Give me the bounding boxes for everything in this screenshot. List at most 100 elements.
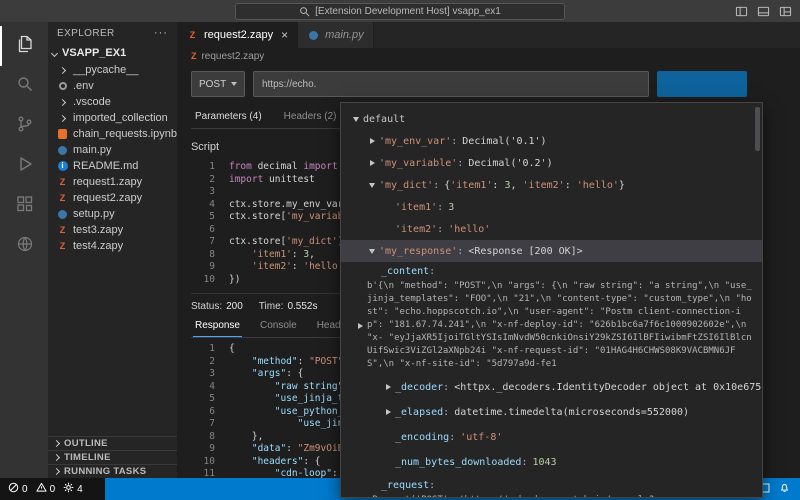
code-text: }, — [229, 431, 263, 444]
request-tab-headers-2-[interactable]: Headers (2) — [282, 107, 339, 128]
line-number: 2 — [191, 356, 215, 369]
file-item-README.md[interactable]: iREADME.md — [48, 158, 177, 174]
debug-variable-row[interactable]: _request:<Request('POST', 'https://echo.… — [341, 476, 762, 498]
file-item-.env[interactable]: .env — [48, 78, 177, 94]
debug-variable-row[interactable]: 'my_env_var':Decimal('0.1') — [341, 130, 762, 152]
explorer-actions-icon[interactable]: ··· — [154, 27, 168, 39]
icon-slot: Z — [56, 226, 69, 235]
command-center[interactable]: [Extension Development Host] vsapp_ex1 — [235, 3, 565, 20]
variable-name-line: _request: — [341, 476, 762, 494]
activity-item-run-debug[interactable] — [0, 146, 48, 186]
activity-item-search[interactable] — [0, 66, 48, 106]
section-running-tasks[interactable]: RUNNING TASKS — [48, 464, 177, 478]
tasks-counter[interactable]: 4 — [63, 482, 83, 496]
code-text: "use_jinja_te — [229, 393, 349, 406]
file-item-request2.zapy[interactable]: Zrequest2.zapy — [48, 190, 177, 206]
workspace-name: VSAPP_EX1 — [62, 47, 126, 59]
debug-variable-row[interactable]: _content:b'{\n "method": "POST",\n "args… — [341, 262, 762, 373]
debug-variable-row[interactable]: 'item2':'hello' — [341, 218, 762, 240]
debug-variable-row[interactable]: _num_bytes_downloaded:1043 — [341, 451, 762, 473]
debug-variable-row[interactable]: _decoder:<httpx._decoders.IdentityDecode… — [341, 376, 762, 398]
method-select[interactable]: POST — [191, 71, 245, 97]
window-title: [Extension Development Host] vsapp_ex1 — [315, 6, 501, 17]
close-icon[interactable]: × — [281, 28, 288, 42]
icon-slot — [56, 68, 69, 73]
warning-counter[interactable]: 0 — [36, 482, 56, 496]
file-item-chain_requests.ipynb[interactable]: chain_requests.ipynb — [48, 126, 177, 142]
line-number: 8 — [191, 249, 215, 262]
chevron-right-icon[interactable] — [381, 384, 395, 390]
file-item-test3.zapy[interactable]: Ztest3.zapy — [48, 222, 177, 238]
debug-variable-row[interactable]: _encoding:'utf-8' — [341, 426, 762, 448]
file-item-test4.zapy[interactable]: Ztest4.zapy — [48, 238, 177, 254]
debug-variable-row[interactable]: 'my_response':<Response [200 OK]> — [341, 240, 762, 262]
tab-label: request2.zapy — [204, 29, 273, 41]
debug-variable-row[interactable]: 'item1':3 — [341, 196, 762, 218]
status-value: 200 — [226, 301, 243, 312]
explorer-icon — [15, 34, 35, 59]
debug-variable-row[interactable]: 'my_dict':{'item1': 3, 'item2': 'hello'} — [341, 174, 762, 196]
code-text: "use_jinja — [229, 418, 355, 431]
variable-value: 3 — [448, 202, 454, 213]
line-number: 3 — [191, 186, 215, 199]
activity-item-explorer[interactable] — [0, 26, 48, 66]
activity-item-source-control[interactable] — [0, 106, 48, 146]
code-text: from decimal import D — [229, 161, 349, 174]
file-label: main.py — [73, 144, 112, 156]
chevron-right-icon[interactable] — [353, 494, 367, 498]
variable-name: default — [363, 114, 405, 125]
send-button[interactable] — [657, 71, 747, 97]
sidebar-sections: OUTLINETIMELINERUNNING TASKS — [48, 436, 177, 478]
chevron-right-icon[interactable] — [365, 138, 379, 144]
variable-name: _decoder — [395, 382, 443, 393]
variable-value: {'item1': 3, 'item2': 'hello'} — [444, 180, 625, 191]
file-item-request1.zapy[interactable]: Zrequest1.zapy — [48, 174, 177, 190]
chevron-right-icon[interactable] — [365, 160, 379, 166]
section-label: OUTLINE — [64, 438, 108, 449]
customize-layout-icon[interactable] — [779, 5, 792, 18]
folder-item-__pycache__[interactable]: __pycache__ — [48, 62, 177, 78]
section-outline[interactable]: OUTLINE — [48, 436, 177, 450]
toggle-panel-icon[interactable] — [735, 5, 748, 18]
count: 4 — [77, 484, 83, 495]
vscode-window: [Extension Development Host] vsapp_ex1 E… — [0, 0, 800, 500]
url-input[interactable]: https://echo. — [253, 71, 649, 97]
activity-item-extensions[interactable] — [0, 186, 48, 226]
bell-icon[interactable] — [779, 482, 790, 497]
folder-item-imported_collection[interactable]: imported_collection — [48, 110, 177, 126]
chevron-right-icon[interactable] — [353, 280, 367, 371]
response-tab-console[interactable]: Console — [258, 317, 299, 337]
response-tab-response[interactable]: Response — [193, 317, 242, 337]
tab-request2.zapy[interactable]: Zrequest2.zapy× — [177, 22, 298, 48]
error-counter[interactable]: 0 — [8, 482, 28, 496]
debug-variable-row[interactable]: 'my_variable':Decimal('0.2') — [341, 152, 762, 174]
toggle-secondary-sidebar-icon[interactable] — [757, 5, 770, 18]
variable-name-line: _content: — [341, 262, 762, 280]
debug-variable-row[interactable]: _elapsed:datetime.timedelta(microseconds… — [341, 401, 762, 423]
chevron-down-icon[interactable] — [349, 117, 363, 122]
count: 0 — [22, 484, 28, 495]
variable-name: _elapsed — [395, 407, 443, 418]
file-item-setup.py[interactable]: setup.py — [48, 206, 177, 222]
chevron-right-icon[interactable] — [381, 409, 395, 415]
variable-name: _encoding — [395, 432, 449, 443]
explorer-sidebar: EXPLORER ··· VSAPP_EX1 __pycache__.env.v… — [48, 22, 177, 478]
code-text: 'item1': 3, — [229, 249, 315, 262]
file-item-main.py[interactable]: main.py — [48, 142, 177, 158]
readme-icon: i — [58, 161, 68, 171]
gear-icon — [59, 82, 67, 90]
line-number: 2 — [191, 174, 215, 187]
problems-status[interactable]: 00 4 — [0, 478, 105, 500]
debug-variable-row[interactable]: default — [341, 108, 762, 130]
request-tab-parameters-4-[interactable]: Parameters (4) — [193, 107, 264, 128]
workspace-root[interactable]: VSAPP_EX1 — [48, 44, 177, 62]
chevron-down-icon[interactable] — [365, 183, 379, 188]
tab-main.py[interactable]: main.py — [298, 22, 374, 48]
folder-item-.vscode[interactable]: .vscode — [48, 94, 177, 110]
section-timeline[interactable]: TIMELINE — [48, 450, 177, 464]
response-tab-head[interactable]: Head — [315, 317, 343, 337]
chevron-down-icon[interactable] — [365, 249, 379, 254]
activity-item-remote-explorer[interactable] — [0, 226, 48, 266]
breadcrumb[interactable]: Z request2.zapy — [177, 48, 800, 65]
explorer-title: EXPLORER — [57, 28, 115, 39]
